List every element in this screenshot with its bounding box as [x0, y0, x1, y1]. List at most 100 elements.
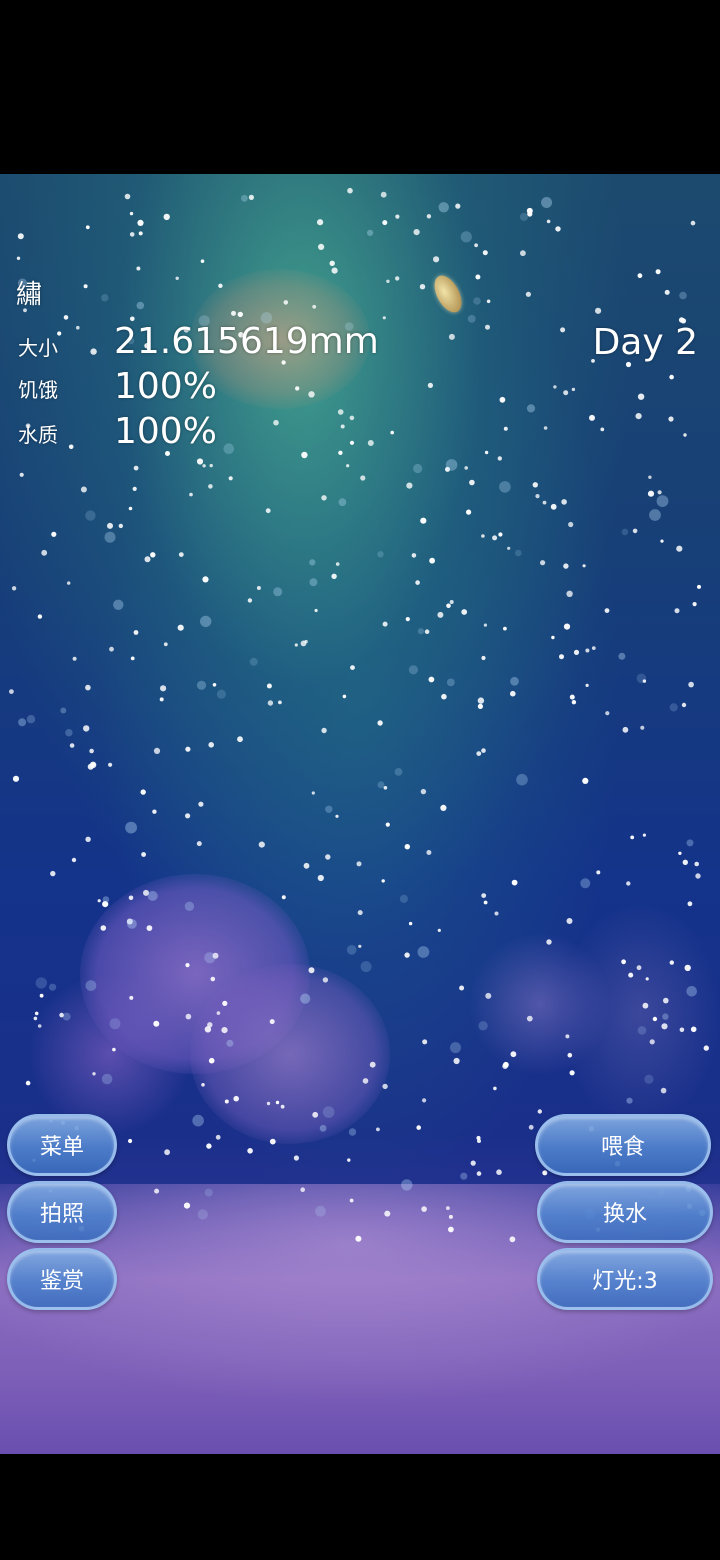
light-button[interactable]: 灯光:3 [537, 1248, 713, 1310]
bubble [377, 551, 384, 558]
bubble [683, 433, 687, 437]
bubble [483, 623, 487, 627]
bubble [50, 870, 56, 877]
bubble [104, 531, 116, 543]
bubble [459, 985, 465, 991]
bubble [503, 626, 507, 631]
bubble [636, 965, 642, 971]
bubble [384, 1210, 391, 1217]
bubble [275, 1100, 280, 1105]
bubble [690, 1026, 697, 1033]
bubble [413, 463, 423, 474]
bubble [346, 945, 357, 955]
bubble [543, 426, 548, 430]
bubble [476, 751, 482, 756]
bubble [453, 1057, 460, 1065]
bubble [642, 1002, 649, 1009]
bubble [649, 1039, 655, 1045]
bubble [395, 214, 400, 219]
bubble [626, 881, 631, 886]
bubble [528, 1124, 534, 1130]
bubble [237, 736, 243, 743]
bubble [655, 269, 661, 275]
bubble [210, 976, 216, 982]
bubble [231, 310, 236, 316]
bubble [569, 694, 575, 700]
bubble [266, 683, 272, 689]
bubble [247, 598, 253, 603]
bubble [223, 443, 235, 455]
bubble [678, 851, 682, 855]
bubble [357, 910, 363, 916]
bubble [648, 475, 652, 479]
bubble [498, 532, 503, 537]
bubble [541, 197, 553, 208]
bubble [196, 841, 202, 847]
bubble [426, 850, 432, 855]
bubble [89, 748, 94, 754]
bubble [580, 878, 591, 889]
bubble [153, 1020, 160, 1027]
bubble [337, 409, 344, 415]
bubble [446, 1206, 450, 1210]
bubble [622, 726, 629, 733]
bubble [362, 1078, 369, 1084]
bubble [321, 727, 327, 734]
bubble [216, 689, 226, 699]
bubble [656, 495, 669, 507]
bubble [136, 266, 141, 271]
bubble [637, 273, 643, 279]
bubble [669, 703, 678, 712]
bubble [338, 450, 343, 455]
bubble [605, 711, 610, 716]
bubble [408, 921, 413, 926]
bubble [401, 1179, 413, 1191]
bubble [419, 284, 426, 290]
water-quality-value: 100% [114, 411, 217, 452]
bubble [420, 517, 427, 524]
bubble [600, 427, 605, 432]
bubble [208, 742, 214, 748]
bubble [694, 861, 699, 867]
bubble [185, 746, 191, 752]
bubble [85, 510, 96, 521]
bubble [415, 580, 420, 585]
bubble [679, 1027, 685, 1033]
bubble [382, 316, 386, 320]
bubble [102, 896, 110, 903]
bubble [85, 225, 90, 230]
bubble [377, 781, 385, 789]
bubble [152, 809, 157, 814]
aquarium-tank[interactable]: 繡 大小 21.615619mm 饥饿 100% 水质 100% Day 2 菜… [0, 174, 720, 1454]
appreciate-button[interactable]: 鉴赏 [7, 1248, 117, 1310]
bubble [417, 628, 424, 635]
bubble [494, 911, 499, 916]
bubble [542, 500, 547, 505]
bubble [585, 683, 589, 687]
bubble [281, 895, 286, 900]
bubble [674, 608, 680, 614]
bubble [525, 291, 532, 297]
bubble [568, 521, 574, 528]
bubble [526, 1015, 533, 1022]
bubble [25, 1080, 31, 1086]
bubble [129, 211, 134, 216]
hunger-label: 饥饿 [18, 378, 58, 402]
bubble [144, 556, 151, 563]
bubble [91, 763, 96, 767]
bubble [159, 697, 164, 702]
bubble [349, 415, 355, 421]
bubble [295, 386, 300, 391]
bubble [637, 1026, 647, 1035]
change-water-button[interactable]: 换水 [537, 1181, 713, 1243]
bubble [163, 642, 168, 647]
bubble [202, 464, 206, 468]
bubble [175, 276, 179, 280]
bubble [218, 283, 223, 288]
bubble [137, 219, 144, 226]
feed-button[interactable]: 喂食 [535, 1114, 711, 1176]
bubble [532, 482, 538, 488]
menu-button[interactable]: 菜单 [7, 1114, 117, 1176]
photo-button[interactable]: 拍照 [7, 1181, 117, 1243]
bubble [133, 630, 139, 635]
